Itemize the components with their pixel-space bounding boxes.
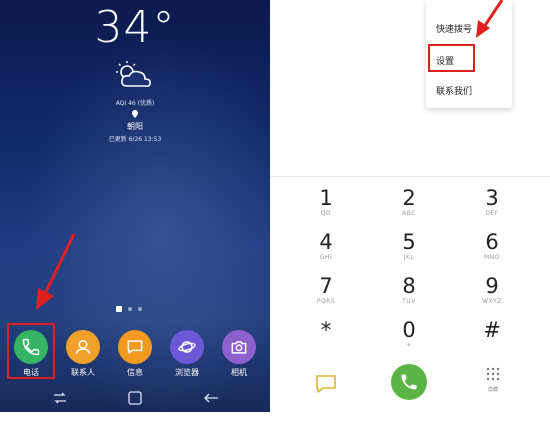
home-button-icon[interactable]	[127, 391, 143, 405]
city-name: 朝阳	[127, 122, 143, 131]
recent-apps-icon[interactable]	[52, 391, 68, 405]
aqi-text: AQI 46 (优质)	[115, 100, 155, 107]
dial-key-digit: 7	[319, 274, 333, 298]
dial-key-letters: WXYZ	[482, 298, 502, 305]
navigation-bar	[0, 384, 270, 412]
dial-key-9[interactable]: 9 WXYZ	[462, 274, 522, 306]
dial-key-digit: 9	[485, 274, 499, 298]
app-camera[interactable]: 相机	[214, 330, 264, 378]
dial-key-letters: MNO	[484, 254, 500, 261]
dial-key-7[interactable]: 7 PQRS	[296, 274, 356, 306]
dial-key-8[interactable]: 8 TUV	[379, 274, 439, 306]
app-label: 相机	[231, 368, 247, 377]
app-messages[interactable]: 信息	[110, 330, 160, 378]
dial-key-digit: 5	[402, 230, 416, 254]
page-dot	[138, 307, 142, 311]
phone-icon	[401, 374, 417, 390]
dial-key-letters: +	[406, 342, 412, 349]
home-page-dot	[116, 306, 122, 312]
back-icon[interactable]	[203, 391, 219, 405]
app-browser[interactable]: 浏览器	[162, 330, 212, 378]
red-arrow-icon	[36, 233, 76, 310]
message-icon[interactable]	[315, 374, 337, 394]
settings-highlight-box	[428, 44, 475, 72]
dial-key-letters: PQRS	[316, 298, 336, 305]
dial-key-star[interactable]: *	[296, 318, 356, 342]
dialer-screen: 快速拨号 设置 联系我们 1 QD 2 ABC 3 DEF 4 GHI 5 JKL 6 MNO 7 PQR…	[270, 0, 550, 412]
browser-icon	[170, 330, 204, 364]
phone-app-highlight-box	[7, 323, 55, 379]
dial-key-letters: JKL	[403, 254, 415, 261]
app-contacts[interactable]: 联系人	[58, 330, 108, 378]
dial-key-digit: 3	[485, 186, 499, 210]
dial-key-letters: TUV	[402, 298, 416, 305]
dial-key-letters: ABC	[402, 210, 416, 217]
contacts-icon	[66, 330, 100, 364]
dial-key-hash[interactable]: #	[462, 318, 522, 342]
dial-key-5[interactable]: 5 JKL	[379, 230, 439, 262]
dial-key-3[interactable]: 3 DEF	[462, 186, 522, 218]
dial-key-letters: QD	[320, 210, 332, 217]
dial-key-4[interactable]: 4 GHI	[296, 230, 356, 262]
dial-key-2[interactable]: 2 ABC	[379, 186, 439, 218]
camera-icon	[222, 330, 256, 364]
keypad-grid-icon	[486, 367, 500, 381]
temperature: 34°	[94, 2, 176, 53]
hide-keypad-button[interactable]: 隐藏	[483, 366, 503, 393]
message-icon	[118, 330, 152, 364]
dial-key-digit: 8	[402, 274, 416, 298]
page-dot	[128, 307, 132, 311]
app-label: 联系人	[71, 368, 95, 377]
dial-key-letters: DEF	[485, 210, 499, 217]
dial-key-digit: 6	[485, 230, 499, 254]
update-time: 已更新 6/26 13:53	[108, 136, 162, 143]
divider	[270, 176, 550, 177]
dial-key-digit: 4	[319, 230, 333, 254]
dial-key-digit: 2	[402, 186, 416, 210]
dial-key-0[interactable]: 0 +	[379, 318, 439, 350]
app-label: 浏览器	[175, 368, 199, 377]
dial-key-digit: 1	[319, 186, 333, 210]
location-pin-icon	[132, 110, 138, 118]
call-button[interactable]	[391, 364, 427, 400]
menu-item-contact-us[interactable]: 联系我们	[436, 84, 472, 97]
dial-key-1[interactable]: 1 QD	[296, 186, 356, 218]
menu-item-speed-dial[interactable]: 快速拨号	[436, 22, 472, 35]
red-arrow-icon	[476, 0, 504, 38]
hide-keypad-label: 隐藏	[487, 387, 498, 393]
dial-key-6[interactable]: 6 MNO	[462, 230, 522, 262]
app-label: 信息	[127, 368, 143, 377]
dial-key-digit: #	[483, 318, 501, 342]
page-indicator	[116, 306, 142, 312]
dial-key-digit: *	[320, 318, 332, 342]
dial-key-digit: 0	[402, 318, 416, 342]
partly-cloudy-icon	[116, 61, 151, 88]
dial-key-letters: GHI	[319, 254, 333, 261]
